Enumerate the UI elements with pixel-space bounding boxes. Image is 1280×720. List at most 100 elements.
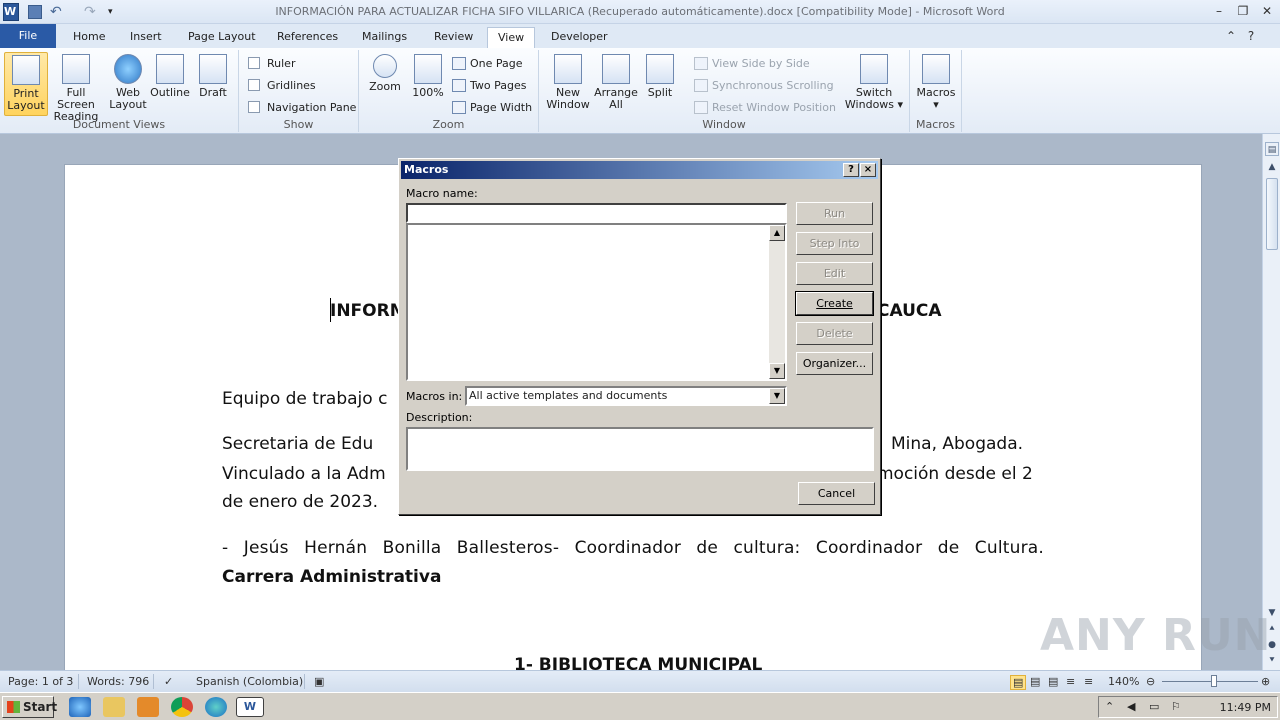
scroll-thumb[interactable]: [1266, 178, 1278, 250]
ruler-toggle-icon[interactable]: ▤: [1265, 142, 1279, 156]
create-button[interactable]: Create: [796, 292, 873, 315]
start-button[interactable]: Start: [2, 696, 57, 718]
delete-button[interactable]: Delete: [796, 322, 873, 345]
close-window-icon[interactable]: ✕: [1256, 2, 1278, 20]
tab-developer[interactable]: Developer: [541, 27, 618, 48]
full-screen-reading-button[interactable]: Full Screen Reading: [48, 52, 104, 123]
tab-file[interactable]: File: [0, 24, 56, 48]
step-into-button[interactable]: Step Into: [796, 232, 873, 255]
help-icon[interactable]: ?: [1240, 27, 1262, 45]
split-button[interactable]: Split: [638, 52, 682, 116]
macros-button[interactable]: Macros ▾: [914, 52, 958, 116]
web-view-icon[interactable]: ▤: [1048, 675, 1058, 688]
tab-mailings[interactable]: Mailings: [352, 27, 417, 48]
proofing-icon[interactable]: ✓: [164, 675, 173, 688]
zoom-slider-thumb[interactable]: [1211, 675, 1217, 687]
full-screen-label-1: Full Screen: [57, 86, 95, 111]
action-center-icon[interactable]: ⚐: [1171, 700, 1181, 713]
volume-icon[interactable]: ◀: [1127, 700, 1135, 713]
switch-windows-button[interactable]: Switch Windows ▾: [843, 52, 905, 116]
chrome-icon[interactable]: [171, 697, 193, 717]
page-width-icon: [452, 100, 466, 114]
minimize-icon[interactable]: –: [1208, 2, 1230, 20]
new-window-button[interactable]: New Window: [544, 52, 592, 116]
page-width-button[interactable]: Page Width: [452, 98, 532, 116]
draft-view-icon[interactable]: ≡: [1084, 675, 1093, 688]
group-macros: Macros ▾ Macros: [910, 50, 962, 132]
status-divider: [78, 674, 79, 689]
tab-references[interactable]: References: [267, 27, 348, 48]
edit-button[interactable]: Edit: [796, 262, 873, 285]
group-document-views: Print Layout Full Screen Reading Web Layo…: [0, 50, 239, 132]
tab-review[interactable]: Review: [424, 27, 483, 48]
print-layout-view-icon[interactable]: ▤: [1010, 675, 1027, 690]
macro-list-scrollbar[interactable]: ▲ ▼: [769, 225, 785, 379]
web-layout-button[interactable]: Web Layout: [106, 52, 150, 116]
tab-home[interactable]: Home: [63, 27, 115, 48]
description-box: [406, 427, 874, 471]
macro-recording-icon[interactable]: ▣: [314, 675, 324, 688]
one-page-button[interactable]: One Page: [452, 54, 523, 72]
synchronous-scrolling-button[interactable]: Synchronous Scrolling: [694, 76, 834, 94]
ie-icon[interactable]: [69, 697, 91, 717]
ruler-label: Ruler: [267, 56, 296, 70]
outline-view-icon[interactable]: ≡: [1066, 675, 1075, 688]
reset-position-icon: [694, 100, 708, 114]
zoom-100-button[interactable]: 100%: [406, 52, 450, 116]
edge-icon[interactable]: [205, 697, 227, 717]
tab-insert[interactable]: Insert: [120, 27, 172, 48]
macro-list[interactable]: ▲ ▼: [406, 223, 787, 381]
full-screen-view-icon[interactable]: ▤: [1030, 675, 1040, 688]
doc-line: de enero de 2023.: [222, 492, 379, 512]
tab-view[interactable]: View: [487, 27, 536, 48]
organizer-button[interactable]: Organizer...: [796, 352, 873, 375]
ruler-checkbox[interactable]: Ruler: [248, 55, 295, 71]
draft-button[interactable]: Draft: [191, 52, 235, 116]
print-layout-button[interactable]: Print Layout: [4, 52, 48, 116]
arrange-all-icon: [602, 54, 630, 84]
zoom-level[interactable]: 140%: [1108, 675, 1139, 688]
dropdown-arrow-icon[interactable]: ▼: [769, 388, 785, 404]
navigation-pane-checkbox[interactable]: Navigation Pane: [248, 99, 356, 115]
switch-windows-label-2: Windows: [844, 98, 895, 111]
macros-icon: [922, 54, 950, 84]
network-icon[interactable]: ▭: [1149, 700, 1159, 713]
zoom-button[interactable]: Zoom: [363, 52, 407, 116]
tray-arrow-icon[interactable]: ⌃: [1105, 700, 1114, 713]
reset-window-position-button[interactable]: Reset Window Position: [694, 98, 836, 116]
outline-button[interactable]: Outline: [148, 52, 192, 116]
two-pages-button[interactable]: Two Pages: [452, 76, 526, 94]
list-scroll-down-icon[interactable]: ▼: [769, 363, 785, 379]
zoom-in-icon[interactable]: ⊕: [1261, 675, 1270, 688]
clock[interactable]: 11:49 PM: [1220, 701, 1271, 714]
new-window-label-2: Window: [546, 98, 590, 111]
zoom-out-icon[interactable]: ⊖: [1146, 675, 1155, 688]
view-side-by-side-button[interactable]: View Side by Side: [694, 54, 810, 72]
tab-page-layout[interactable]: Page Layout: [178, 27, 266, 48]
cancel-button[interactable]: Cancel: [798, 482, 875, 505]
run-button[interactable]: Run: [796, 202, 873, 225]
group-label-document-views: Document Views: [72, 118, 166, 131]
dialog-close-icon[interactable]: ×: [860, 163, 876, 177]
vertical-scrollbar[interactable]: ▤ ▲ ▼ ⯅ ● ⯆: [1262, 134, 1280, 670]
macro-name-label: Macro name:: [406, 187, 478, 200]
scroll-up-icon[interactable]: ▲: [1265, 160, 1279, 174]
doc-line: - Jesús Hernán Bonilla Ballesteros- Coor…: [222, 538, 1044, 558]
arrange-all-button[interactable]: Arrange All: [593, 52, 639, 116]
two-pages-label: Two Pages: [470, 78, 527, 92]
list-scroll-up-icon[interactable]: ▲: [769, 225, 785, 241]
media-player-icon[interactable]: [137, 697, 159, 717]
explorer-icon[interactable]: [103, 697, 125, 717]
group-show: Ruler Gridlines Navigation Pane Show: [239, 50, 359, 132]
zoom-slider-track[interactable]: [1162, 681, 1258, 682]
page-count[interactable]: Page: 1 of 3: [8, 675, 73, 688]
word-taskbar-icon[interactable]: W: [236, 697, 264, 717]
minimize-ribbon-icon[interactable]: ⌃: [1220, 27, 1242, 45]
macros-in-select[interactable]: All active templates and documents ▼: [465, 386, 787, 406]
dialog-help-icon[interactable]: ?: [843, 163, 859, 177]
macro-name-input[interactable]: [406, 203, 787, 223]
restore-icon[interactable]: ❐: [1232, 2, 1254, 20]
language[interactable]: Spanish (Colombia): [196, 675, 303, 688]
word-count[interactable]: Words: 796: [87, 675, 149, 688]
gridlines-checkbox[interactable]: Gridlines: [248, 77, 316, 93]
